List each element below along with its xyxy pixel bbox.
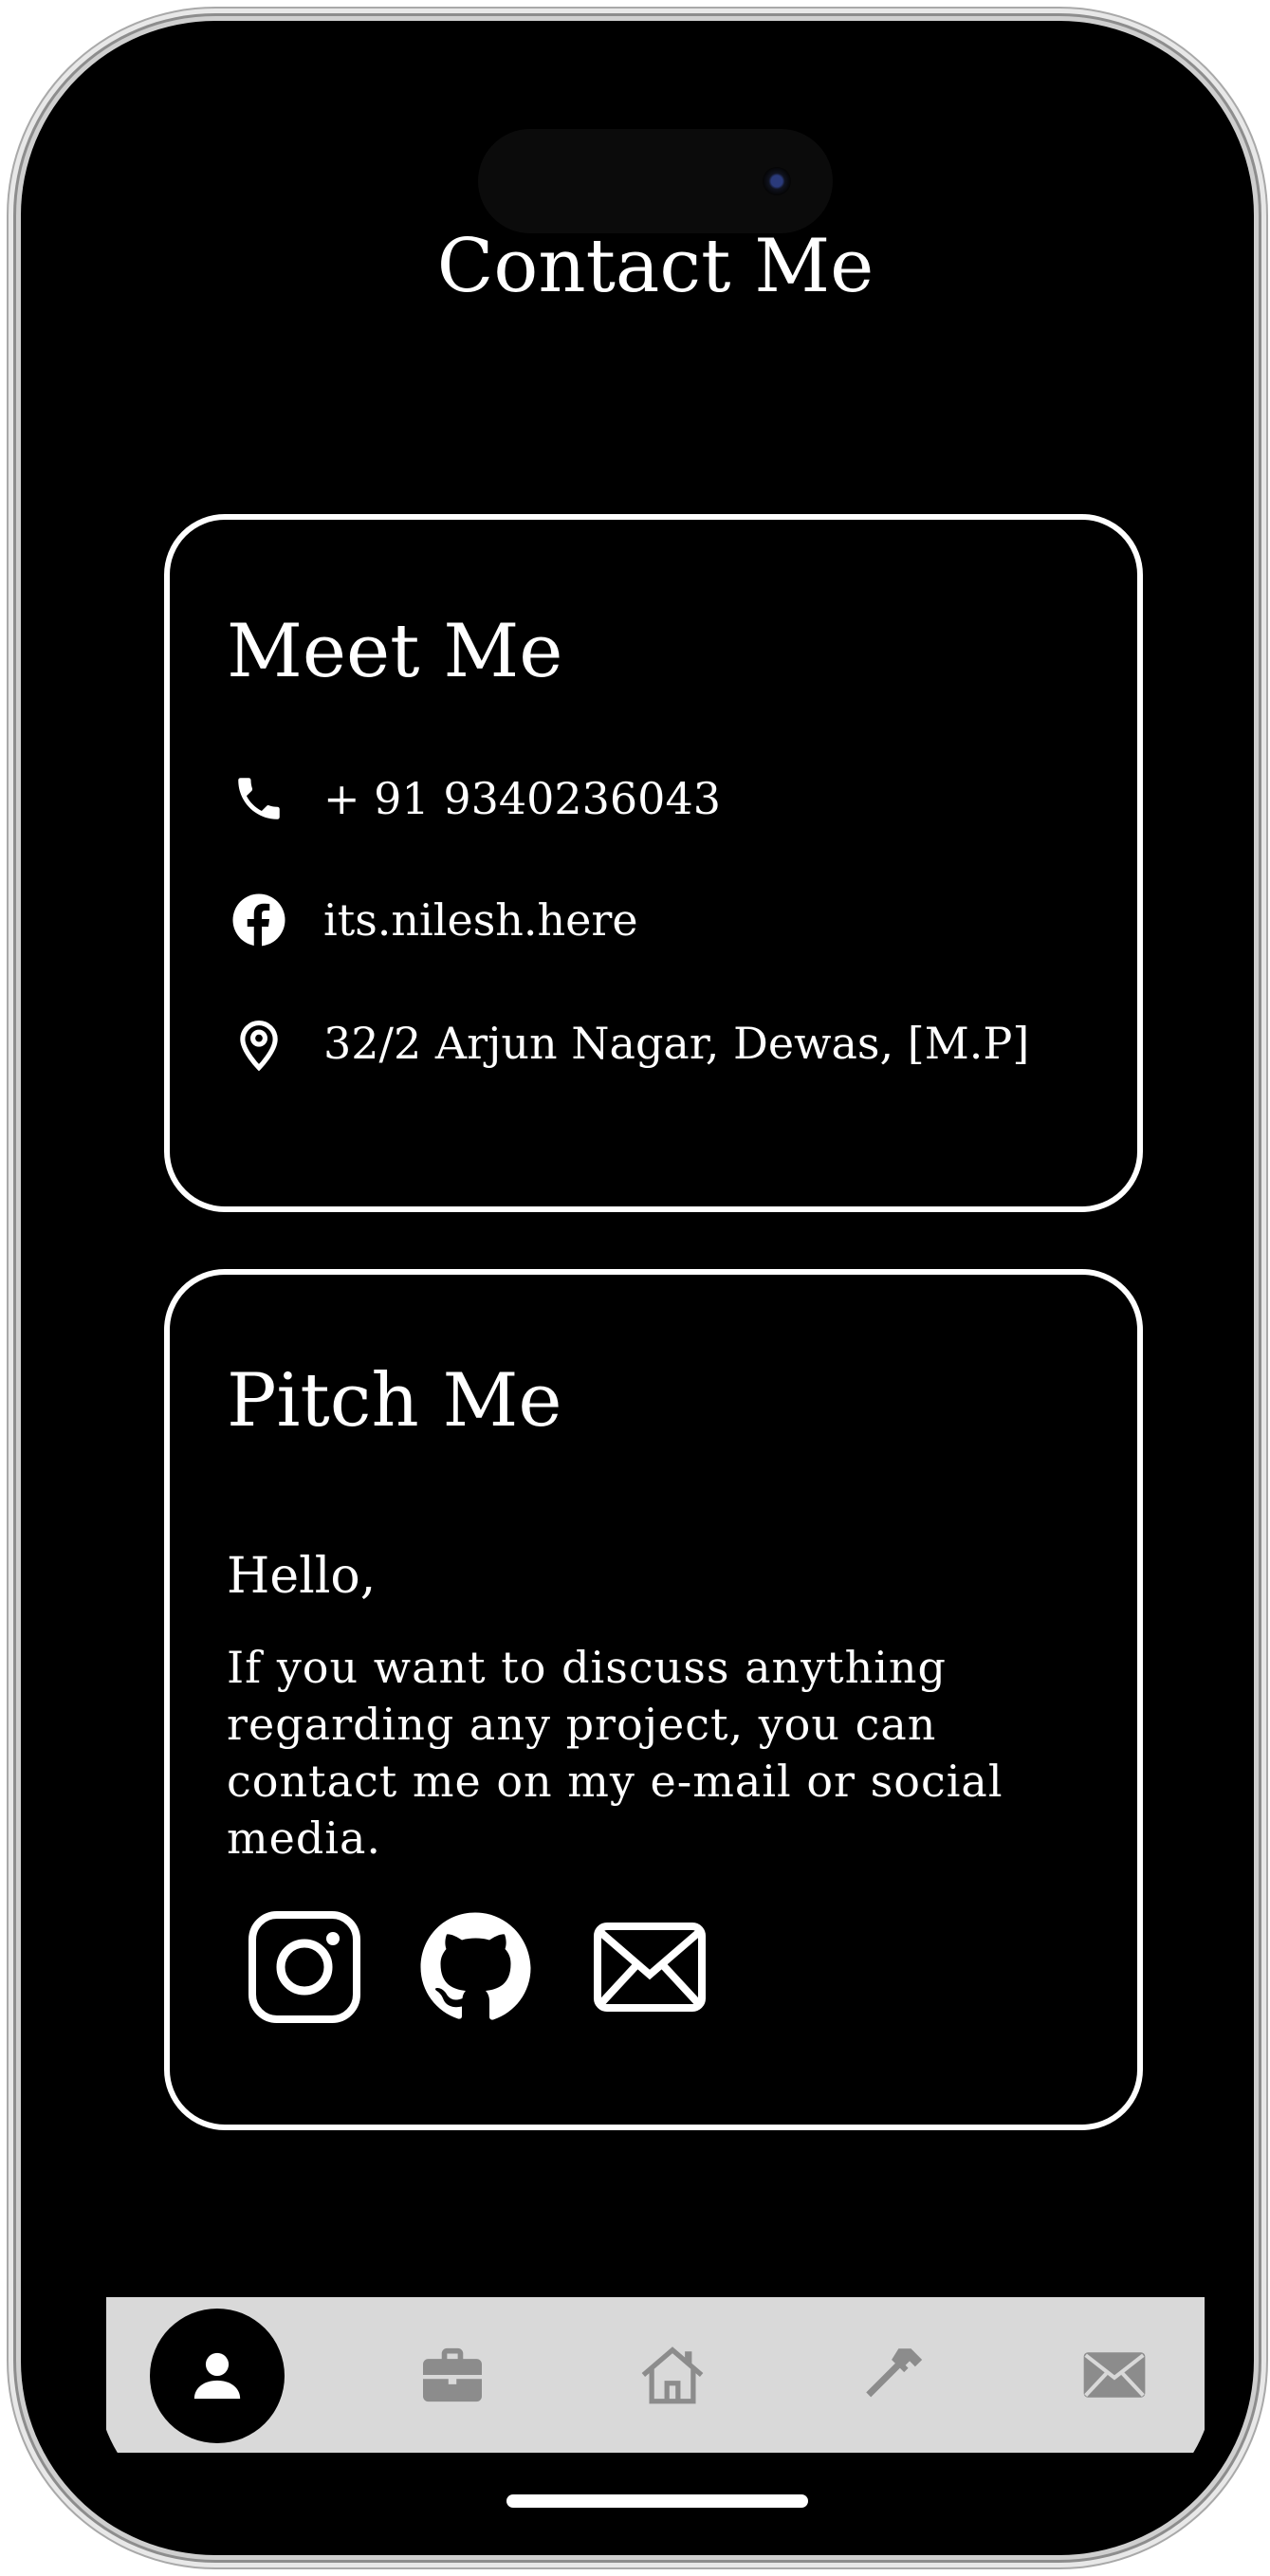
mail-icon (1083, 2352, 1146, 2398)
meet-me-card: Meet Me + 91 9340236043 its.nilesh.here … (164, 514, 1143, 1212)
phone-number: + 91 9340236043 (323, 773, 721, 824)
screen: Contact Me Meet Me + 91 9340236043 its.n… (97, 97, 1214, 2521)
phone-icon (230, 770, 287, 827)
tab-profile[interactable] (150, 2309, 285, 2443)
meet-me-title: Meet Me (227, 609, 563, 694)
home-icon (641, 2346, 704, 2404)
page-title: Contact Me (436, 224, 874, 309)
github-icon (420, 1912, 531, 2020)
address-row[interactable]: 32/2 Arjun Nagar, Dewas, [M.P] (230, 1015, 1029, 1072)
facebook-icon (230, 892, 287, 948)
email-link[interactable] (593, 1910, 707, 2024)
phone-frame: Contact Me Meet Me + 91 9340236043 its.n… (21, 21, 1254, 2555)
address-text: 32/2 Arjun Nagar, Dewas, [M.P] (323, 1018, 1030, 1069)
facebook-handle: its.nilesh.here (323, 894, 638, 946)
pitch-message: If you want to discuss anything regardin… (227, 1642, 1003, 1864)
home-indicator[interactable] (506, 2494, 808, 2508)
facebook-row[interactable]: its.nilesh.here (230, 892, 638, 948)
bottom-tab-bar (106, 2297, 1205, 2453)
hammer-icon (866, 2348, 923, 2398)
location-pin-icon (230, 1015, 287, 1072)
profile-icon (193, 2352, 241, 2400)
instagram-icon (248, 1911, 360, 2023)
tab-skills[interactable] (823, 2297, 966, 2453)
mail-icon (594, 1923, 706, 2012)
dynamic-island (478, 129, 833, 233)
instagram-link[interactable] (248, 1910, 361, 2024)
tab-home[interactable] (601, 2297, 744, 2453)
tab-work[interactable] (381, 2297, 524, 2453)
pitch-me-card: Pitch Me Hello, If you want to discuss a… (164, 1269, 1143, 2130)
phone-row[interactable]: + 91 9340236043 (230, 770, 721, 827)
pitch-me-title: Pitch Me (227, 1358, 562, 1444)
front-camera (763, 167, 791, 195)
briefcase-icon (423, 2347, 482, 2402)
github-link[interactable] (418, 1910, 532, 2024)
tab-contact[interactable] (1043, 2297, 1186, 2453)
greeting-text: Hello, (227, 1548, 377, 1605)
